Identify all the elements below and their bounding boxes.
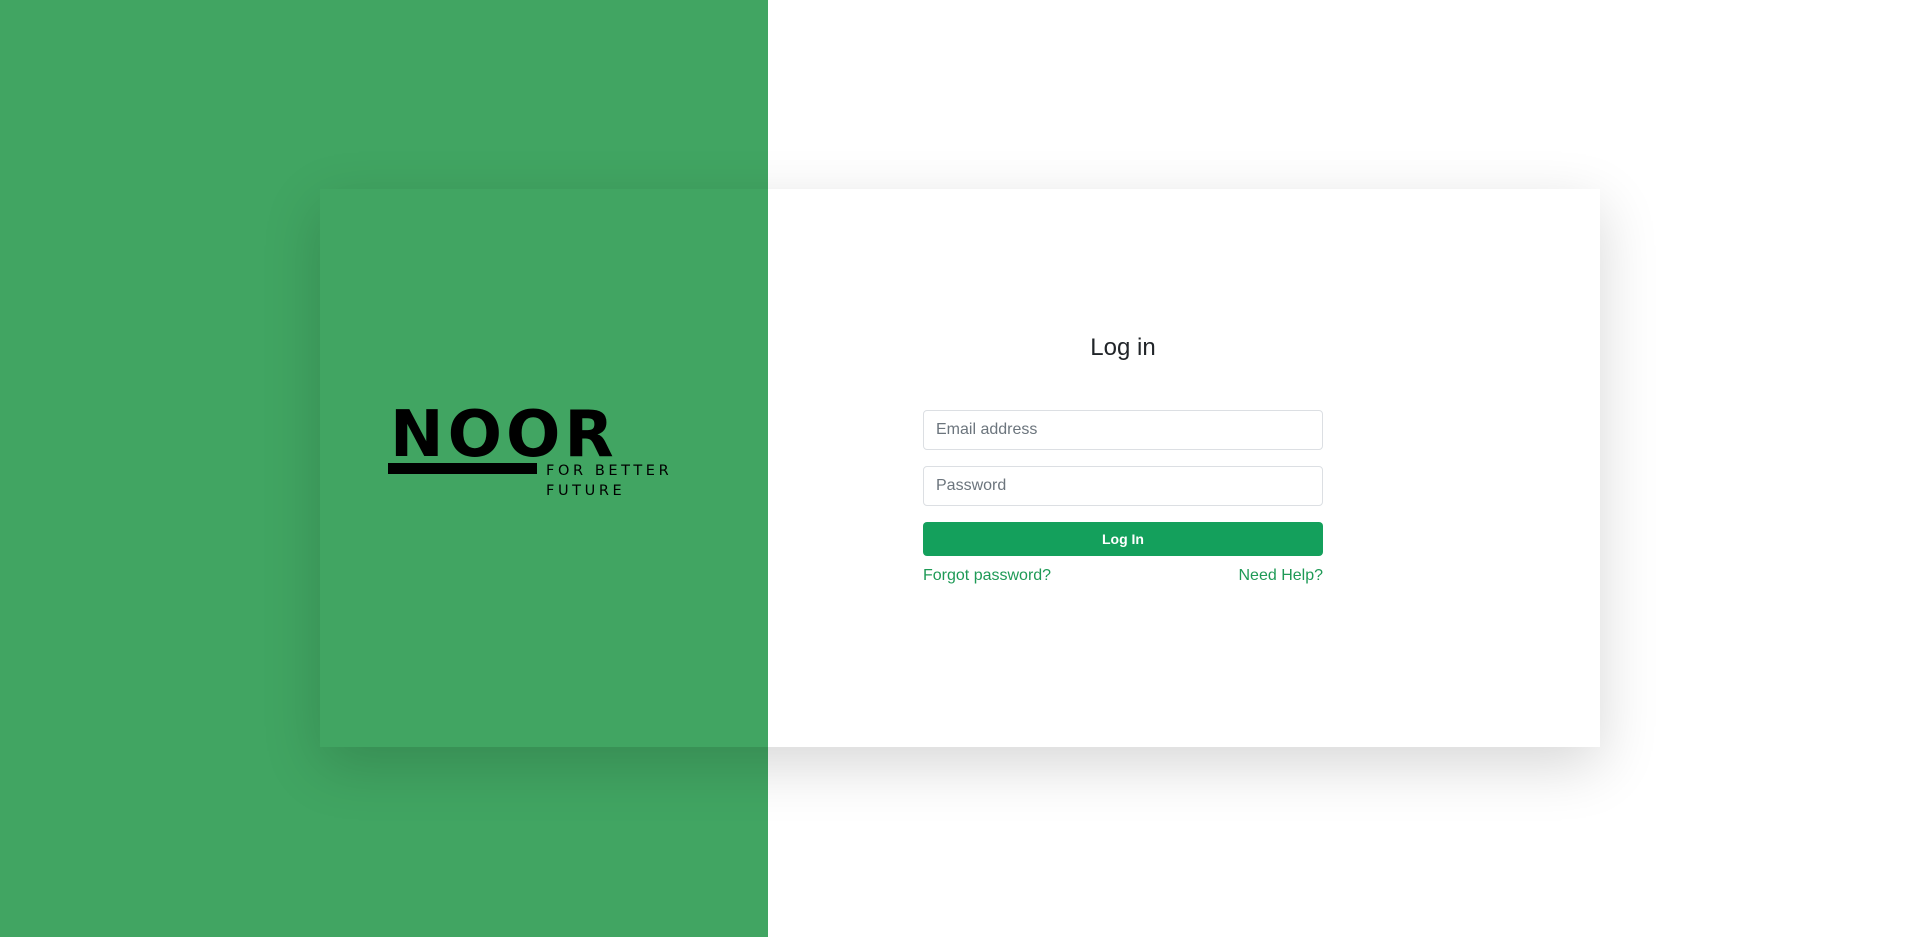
password-input[interactable] [923, 466, 1323, 506]
need-help-link[interactable]: Need Help? [1239, 566, 1324, 586]
logo-wordmark: NOOR [390, 398, 618, 472]
brand-panel: NOOR FOR BETTER FUTURE [320, 189, 768, 747]
login-page: NOOR FOR BETTER FUTURE Log in Log In For… [0, 0, 1920, 937]
login-form-panel: Log in Log In Forgot password? Need Help… [768, 189, 1600, 747]
login-button[interactable]: Log In [923, 522, 1323, 556]
forgot-password-link[interactable]: Forgot password? [923, 566, 1051, 586]
login-card: NOOR FOR BETTER FUTURE Log in Log In For… [320, 189, 1600, 747]
logo-tagline: FOR BETTER FUTURE [546, 463, 673, 499]
email-input[interactable] [923, 410, 1323, 450]
logo-underline-bar [388, 463, 537, 474]
noor-logo: NOOR FOR BETTER FUTURE [388, 403, 688, 513]
login-title: Log in [1090, 334, 1156, 361]
